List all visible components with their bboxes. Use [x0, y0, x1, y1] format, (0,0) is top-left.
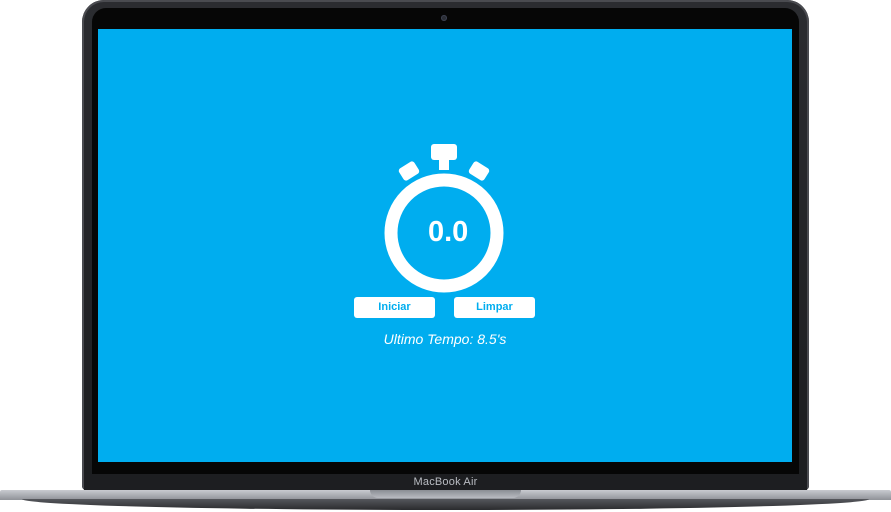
timer-display: 0.0: [428, 216, 469, 248]
stopwatch-stem: [439, 158, 449, 170]
stopwatch-right-button: [468, 161, 490, 181]
app-screen: 0.0 Iniciar Limpar Ultimo Tempo: 8.5's: [98, 29, 792, 462]
stopwatch-left-button: [398, 161, 420, 181]
camera-icon: [441, 15, 447, 21]
stopwatch-crown: [431, 144, 457, 160]
laptop-base-edge: [22, 499, 869, 510]
device-brand-label: MacBook Air: [413, 476, 478, 488]
start-button[interactable]: Iniciar: [354, 297, 435, 318]
last-time-text: Ultimo Tempo: 8.5's: [383, 331, 507, 347]
clear-button[interactable]: Limpar: [454, 297, 535, 318]
laptop-mockup: 0.0 Iniciar Limpar Ultimo Tempo: 8.5's M…: [0, 0, 891, 512]
laptop-opening-notch: [370, 490, 521, 498]
